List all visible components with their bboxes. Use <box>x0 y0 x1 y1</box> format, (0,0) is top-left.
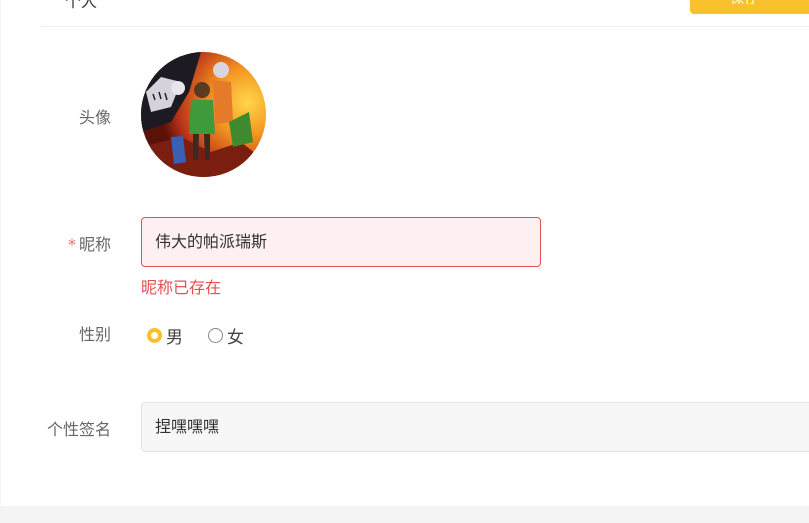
page-title: 个人 <box>65 0 98 11</box>
radio-unchecked-icon <box>208 327 223 343</box>
nickname-error-message: 昵称已存在 <box>141 278 222 297</box>
nickname-label-text: 昵称 <box>78 235 111 254</box>
avatar-label: 头像 <box>78 108 111 127</box>
save-button[interactable]: 保存 <box>690 0 809 14</box>
header-divider <box>41 26 809 27</box>
profile-form-card: 个人 保存 头像 <box>1 0 809 506</box>
avatar[interactable] <box>141 52 266 177</box>
gender-radio-female[interactable]: 女 <box>208 323 244 348</box>
gender-option-label: 男 <box>166 327 183 348</box>
gender-radio-male[interactable]: 男 <box>147 323 183 348</box>
signature-input[interactable]: 捏嘿嘿嘿 <box>141 402 809 452</box>
required-mark: * <box>67 235 76 254</box>
signature-label: 个性签名 <box>46 420 111 439</box>
avatar-image <box>141 52 266 177</box>
gender-option-label: 女 <box>227 327 244 348</box>
radio-checked-icon <box>147 327 162 343</box>
gender-label: 性别 <box>78 325 111 344</box>
nickname-label: * 昵称 <box>1 231 111 255</box>
nickname-input[interactable]: 伟大的帕派瑞斯 <box>141 217 541 267</box>
